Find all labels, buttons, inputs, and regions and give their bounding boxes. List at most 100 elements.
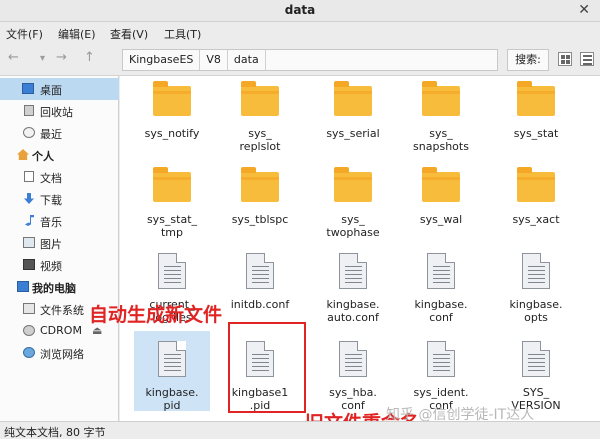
sidebar-item-pictures[interactable]: 图片 xyxy=(0,232,119,254)
status-bar: 纯文本文档, 80 字节 xyxy=(0,421,600,439)
file-name-line2: tmp xyxy=(160,226,183,239)
text-file-icon xyxy=(246,253,274,289)
menu-edit[interactable]: 编辑(E) xyxy=(58,26,96,42)
home-icon xyxy=(17,149,29,160)
breadcrumb-kingbasees[interactable]: KingbaseES xyxy=(123,50,201,70)
file-item[interactable]: sys_ident. conf xyxy=(403,331,479,412)
list-view-icon[interactable] xyxy=(580,52,594,66)
file-item[interactable]: sys_stat xyxy=(498,76,574,152)
file-name: sys_ xyxy=(341,213,365,226)
folder-icon xyxy=(517,167,555,202)
file-name: sys_ident. xyxy=(413,386,469,399)
file-name: sys_wal xyxy=(419,213,463,226)
clock-icon xyxy=(23,127,35,138)
sidebar-group-personal[interactable]: 个人 xyxy=(0,144,119,166)
text-file-icon xyxy=(339,253,367,289)
file-item[interactable]: sys_xact xyxy=(498,158,574,238)
file-item[interactable]: kingbase. pid xyxy=(134,331,210,412)
computer-icon xyxy=(17,281,29,292)
file-item[interactable]: sys_ snapshots xyxy=(403,76,479,153)
up-icon[interactable]: ↑ xyxy=(84,50,95,65)
breadcrumb-v8[interactable]: V8 xyxy=(200,50,228,70)
file-item[interactable]: kingbase. opts xyxy=(498,243,574,324)
sidebar-item-trash[interactable]: 回收站 xyxy=(0,100,119,122)
folder-icon xyxy=(422,81,460,116)
file-item[interactable]: sys_ twophase xyxy=(315,158,391,239)
file-icon-area xyxy=(498,331,574,383)
sidebar-item-label: 浏览网络 xyxy=(40,348,84,361)
file-icon-area xyxy=(134,158,210,210)
file-icon-area xyxy=(498,76,574,124)
sidebar-item-recent[interactable]: 最近 xyxy=(0,122,119,144)
file-item[interactable]: kingbase. conf xyxy=(403,243,479,324)
file-item[interactable]: sys_wal xyxy=(403,158,479,238)
sidebar-item-desktop[interactable]: 桌面 xyxy=(0,78,119,100)
picture-icon xyxy=(23,237,35,248)
file-name: sys_ xyxy=(248,127,272,140)
file-icon-area xyxy=(222,158,298,210)
text-file-icon xyxy=(522,253,550,289)
file-item[interactable]: sys_stat_ tmp xyxy=(134,158,210,239)
breadcrumb-data[interactable]: data xyxy=(228,50,266,70)
menu-tools[interactable]: 工具(T) xyxy=(164,26,201,42)
desktop-icon xyxy=(22,83,34,94)
file-icon-area xyxy=(222,243,298,295)
back-dropdown-icon[interactable]: ▾ xyxy=(40,53,45,64)
trash-icon xyxy=(24,105,34,116)
file-name: sys_tblspc xyxy=(231,213,289,226)
sidebar-item-network[interactable]: 浏览网络 xyxy=(0,342,119,364)
file-icon-area xyxy=(315,76,391,124)
file-item[interactable]: sys_serial xyxy=(315,76,391,152)
file-name-line2: snapshots xyxy=(413,140,469,153)
sidebar-item-documents[interactable]: 文档 xyxy=(0,166,119,188)
folder-icon xyxy=(153,81,191,116)
text-file-icon xyxy=(427,341,455,377)
text-file-icon xyxy=(339,341,367,377)
menu-view[interactable]: 查看(V) xyxy=(110,26,148,42)
file-icon-area xyxy=(315,158,391,210)
sidebar-item-downloads[interactable]: 下载 xyxy=(0,188,119,210)
close-icon[interactable]: ✕ xyxy=(578,2,590,18)
folder-icon xyxy=(422,167,460,202)
annotation-new-file: 自动生成新文件 xyxy=(89,304,223,326)
file-icon-area xyxy=(403,76,479,124)
folder-icon xyxy=(517,81,555,116)
file-name: kingbase. xyxy=(326,298,380,311)
icon-view-icon[interactable] xyxy=(558,52,572,66)
file-name: sys_hba. xyxy=(329,386,377,399)
sidebar-item-label: 下载 xyxy=(40,194,62,207)
file-item[interactable]: sys_ replslot xyxy=(222,76,298,153)
text-file-icon xyxy=(427,253,455,289)
sidebar-group-computer[interactable]: 我的电脑 xyxy=(0,276,119,298)
file-item[interactable]: SYS_ VERSION xyxy=(498,331,574,412)
sidebar-item-label: CDROM xyxy=(40,324,82,337)
file-name-line2: twophase xyxy=(326,226,380,239)
file-name: sys_stat xyxy=(513,127,559,140)
sidebar-item-label: 桌面 xyxy=(40,84,62,97)
forward-icon[interactable]: → xyxy=(56,50,67,65)
sidebar-item-music[interactable]: 音乐 xyxy=(0,210,119,232)
file-name-line2: replslot xyxy=(239,140,281,153)
file-item[interactable]: initdb.conf xyxy=(222,243,298,323)
folder-icon xyxy=(334,167,372,202)
network-icon xyxy=(23,347,35,358)
file-item[interactable]: sys_notify xyxy=(134,76,210,152)
breadcrumb: KingbaseES V8 data xyxy=(122,49,498,71)
file-name: kingbase. xyxy=(509,298,563,311)
text-file-icon xyxy=(158,341,186,377)
file-name-line2: opts xyxy=(524,311,548,324)
file-name: initdb.conf xyxy=(230,298,290,311)
file-item[interactable]: sys_hba. conf xyxy=(315,331,391,412)
menu-file[interactable]: 文件(F) xyxy=(6,26,43,42)
folder-icon xyxy=(334,81,372,116)
file-icon-area xyxy=(498,243,574,295)
text-file-icon xyxy=(158,253,186,289)
file-icon-area xyxy=(222,76,298,124)
back-icon[interactable]: ← xyxy=(8,50,19,65)
sidebar-item-label: 视频 xyxy=(40,260,62,273)
file-item[interactable]: sys_tblspc xyxy=(222,158,298,238)
file-item[interactable]: kingbase. auto.conf xyxy=(315,243,391,324)
sidebar-item-videos[interactable]: 视频 xyxy=(0,254,119,276)
file-name: SYS_ xyxy=(522,386,550,399)
search-button[interactable]: 搜索: xyxy=(507,49,549,71)
